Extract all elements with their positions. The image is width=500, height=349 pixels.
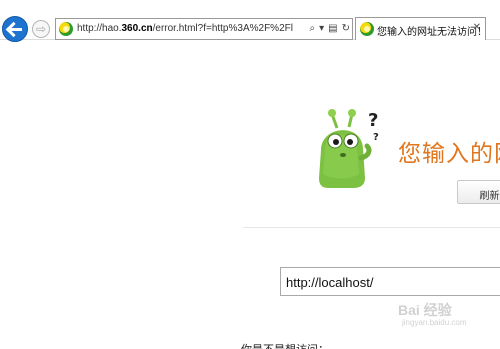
360-browser-icon — [59, 22, 73, 36]
url-text[interactable]: http://hao.360.cn/error.html?f=http%3A%2… — [77, 23, 293, 34]
close-icon[interactable]: ✕ — [473, 22, 481, 33]
divider — [243, 227, 500, 228]
suggestion-text: 你是不是想访问： — [241, 341, 329, 349]
chevron-down-icon[interactable]: ▾ — [319, 22, 324, 36]
watermark-sub: jingyan.baidu.com — [402, 318, 467, 327]
confused-mascot-icon: ? ? — [319, 109, 379, 188]
refresh-icon[interactable]: ↻ — [342, 22, 350, 36]
refresh-button[interactable]: 刷新一 — [457, 180, 500, 204]
back-arrow-icon[interactable] — [2, 16, 28, 42]
svg-text:?: ? — [373, 132, 379, 143]
svg-text:?: ? — [368, 110, 378, 131]
tab-title: 您输入的网址无法访问！ — [377, 27, 487, 38]
url-domain: 360.cn — [121, 23, 153, 34]
url-path: /error.html?f=http%3A%2F%2Floca — [152, 23, 293, 34]
browser-toolbar: ⇨ http://hao.360.cn/error.html?f=http%3A… — [0, 0, 500, 42]
url-input[interactable]: http://localhost/ — [280, 267, 500, 296]
url-prefix: http://hao. — [77, 23, 122, 34]
watermark-main: Bai 经验 — [398, 302, 452, 318]
browser-tab[interactable]: 您输入的网址无法访问！ ✕ — [355, 17, 487, 40]
compatibility-view-icon[interactable]: ▤ — [328, 22, 337, 36]
search-icon[interactable]: ⌕ — [310, 22, 316, 36]
address-bar-icons: ⌕ ▾ ▤ ↻ — [310, 22, 350, 36]
baidu-jingyan-watermark: Bai 经验 jingyan.baidu.com — [372, 300, 496, 330]
address-bar[interactable]: http://hao.360.cn/error.html?f=http%3A%2… — [55, 18, 353, 40]
error-heading: 您输入的网 — [398, 140, 500, 166]
360-browser-icon — [360, 22, 374, 36]
forward-arrow-icon[interactable]: ⇨ — [32, 20, 50, 38]
